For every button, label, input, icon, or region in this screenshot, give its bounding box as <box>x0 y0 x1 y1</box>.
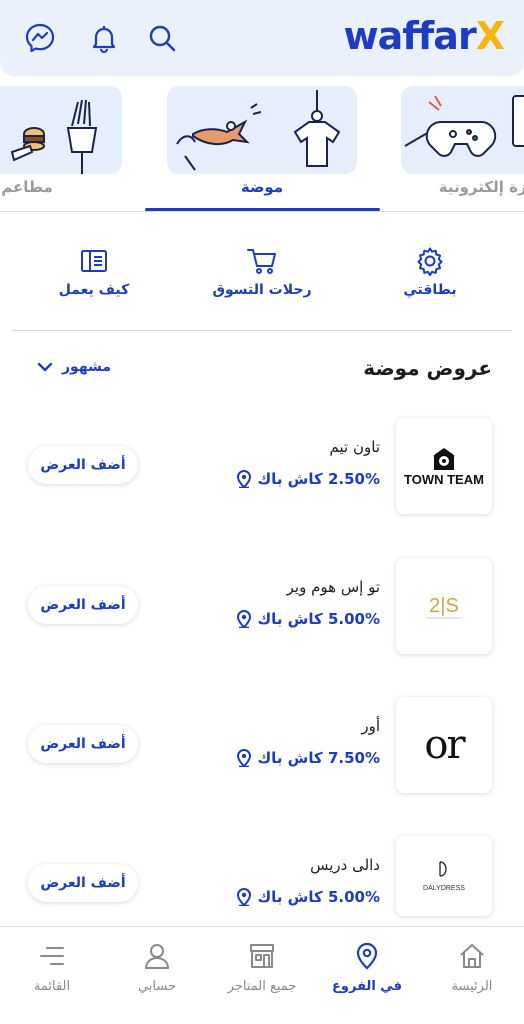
cashback-rate: 7.50% كاش باك <box>257 749 380 767</box>
store-icon <box>250 944 274 968</box>
add-offer-button[interactable]: أضف العرض <box>28 586 138 624</box>
quick-action-label: كيف يعمل <box>58 282 130 298</box>
brand-wordmark: or <box>424 722 465 768</box>
electronics-illustration <box>401 86 524 174</box>
cashback-info: 2.50% كاش باك <box>237 470 380 488</box>
location-pin-icon <box>237 470 252 488</box>
brand-wordmark: TOWN TEAM <box>404 471 484 487</box>
cashback-rate: 5.00% كاش باك <box>257 888 380 906</box>
location-pin-icon <box>237 610 252 628</box>
app-header: waffarX <box>0 0 524 76</box>
sort-dropdown[interactable]: مشهور <box>36 358 111 376</box>
offer-row[interactable]: 2|S تو إس هوم وير 5.00% كاش باك أضف العر… <box>0 558 524 658</box>
svg-text:DALYDRESS: DALYDRESS <box>423 885 465 892</box>
cashback-info: 7.50% كاش باك <box>237 749 380 767</box>
selected-category-indicator <box>145 208 380 211</box>
messenger-icon[interactable] <box>24 22 56 54</box>
nav-all-stores[interactable]: جميع المتاجر <box>212 941 312 994</box>
how-it-works-button[interactable]: كيف يعمل <box>24 246 164 298</box>
nav-menu[interactable]: القائمة <box>2 941 102 994</box>
store-name: تاون تيم <box>329 438 380 456</box>
waffarx-logo[interactable]: waffarX <box>343 14 505 58</box>
sort-label: مشهور <box>62 359 111 375</box>
my-card-button[interactable]: بطاقتي <box>360 246 500 298</box>
chevron-down-icon <box>37 362 53 372</box>
restaurants-illustration <box>0 86 122 174</box>
nav-label: الرئيسة <box>451 979 493 994</box>
svg-text:2|S: 2|S <box>429 595 459 617</box>
dalydress-logo: DALYDRESS <box>423 861 465 892</box>
quick-action-label: بطاقتي <box>403 282 457 298</box>
offer-row[interactable]: TOWN TEAM تاون تيم 2.50% كاش باك أضف الع… <box>0 418 524 518</box>
category-restaurants[interactable]: مطاعم <box>0 84 122 211</box>
menu-icon <box>40 947 64 965</box>
category-fashion[interactable]: موضة <box>167 84 357 211</box>
section-divider <box>12 330 512 331</box>
offer-row[interactable]: DALYDRESS دالى دريس 5.00% كاش باك أضف ال… <box>0 836 524 936</box>
home-icon <box>460 944 484 968</box>
bell-icon[interactable] <box>88 22 120 54</box>
category-label: موضة <box>240 178 284 196</box>
nav-my-account[interactable]: حسابي <box>107 941 207 994</box>
cashback-rate: 5.00% كاش باك <box>257 610 380 628</box>
store-logo: TOWN TEAM <box>396 418 492 514</box>
user-icon <box>144 944 170 969</box>
store-name: دالى دريس <box>310 856 380 874</box>
category-label: أجهزة إلكترونية <box>438 178 524 196</box>
search-icon[interactable] <box>146 22 178 54</box>
location-pin-icon <box>237 749 252 767</box>
cashback-info: 5.00% كاش باك <box>237 888 380 906</box>
cart-icon <box>247 249 276 274</box>
category-label: مطاعم <box>1 178 53 196</box>
cashback-info: 5.00% كاش باك <box>237 610 380 628</box>
add-offer-button[interactable]: أضف العرض <box>28 725 138 763</box>
book-icon <box>81 250 107 272</box>
nav-label: القائمة <box>33 979 71 994</box>
fashion-illustration <box>167 86 357 174</box>
location-pin-icon <box>237 888 252 906</box>
nav-in-branches[interactable]: في الفروع <box>317 941 417 994</box>
store-name: تو إس هوم وير <box>286 578 380 596</box>
shopping-trips-button[interactable]: رحلات التسوق <box>192 246 332 298</box>
quick-action-label: رحلات التسوق <box>212 282 312 298</box>
store-logo: 2|S <box>396 558 492 654</box>
gear-icon <box>417 247 443 276</box>
store-name: أور <box>361 717 380 735</box>
location-pin-icon <box>356 942 378 970</box>
category-carousel[interactable]: مطاعم موضة أجهزة إلكترون <box>0 84 524 212</box>
nav-label: جميع المتاجر <box>227 979 297 994</box>
store-logo: DALYDRESS <box>396 836 492 916</box>
town-team-mark <box>433 447 454 470</box>
two-s-logo: 2|S <box>426 595 462 619</box>
nav-label: حسابي <box>137 979 177 994</box>
cashback-rate: 2.50% كاش باك <box>257 470 380 488</box>
store-logo: or <box>396 697 492 793</box>
nav-label: في الفروع <box>332 979 402 994</box>
category-electronics[interactable]: أجهزة إلكترونية <box>401 84 524 211</box>
bottom-navigation: الرئيسة في الفروع جميع المتاجر حسابي الق… <box>0 926 524 1024</box>
offer-row[interactable]: or أور 7.50% كاش باك أضف العرض <box>0 697 524 797</box>
add-offer-button[interactable]: أضف العرض <box>28 864 138 902</box>
nav-home[interactable]: الرئيسة <box>422 941 522 994</box>
section-title: عروض موضة <box>363 356 492 380</box>
add-offer-button[interactable]: أضف العرض <box>28 446 138 484</box>
